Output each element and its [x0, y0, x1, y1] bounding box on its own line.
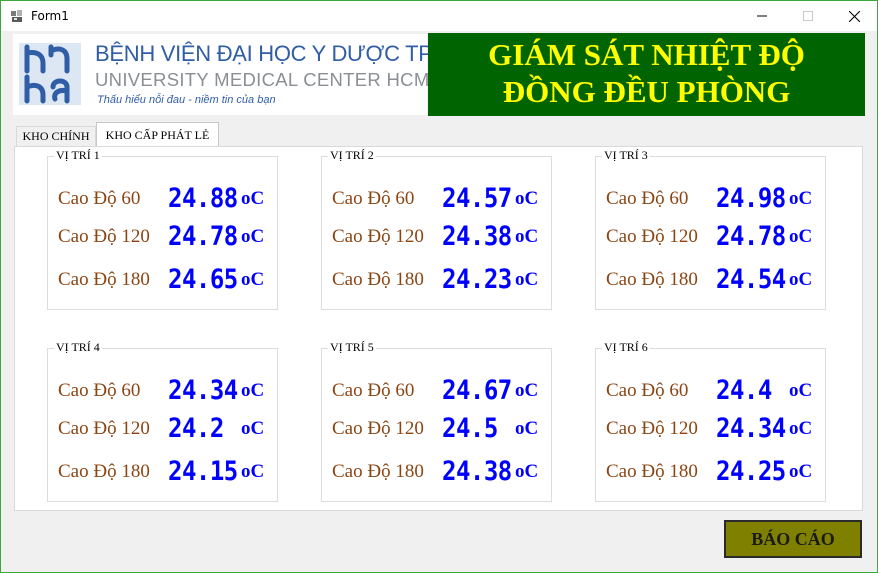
temperature-value: 24.78 [168, 220, 238, 252]
temperature-value: 24.5 [442, 412, 498, 444]
close-icon [848, 10, 860, 22]
temperature-value: 24.38 [442, 220, 512, 252]
position-title: VỊ TRÍ 3 [602, 148, 650, 163]
hospital-name-vi: BỆNH VIỆN ĐẠI HỌC Y DƯỢC TPHCM [95, 41, 482, 66]
tab-kho-cap-phat-le[interactable]: KHO CẤP PHÁT LẺ [96, 122, 219, 147]
position-group-5: VỊ TRÍ 5 Cao Độ 60 24.67 oC Cao Độ 120 24.5 oC… [321, 340, 552, 502]
hospital-logo: BỆNH VIỆN ĐẠI HỌC Y DƯỢC TPHCM UNIVERSIT… [13, 34, 482, 115]
temperature-value: 24.25 [716, 455, 786, 487]
temperature-value: 24.38 [442, 455, 512, 487]
temperature-unit: oC [515, 269, 539, 290]
position-title: VỊ TRÍ 6 [602, 340, 650, 355]
height-label: Cao Độ 180 [58, 461, 150, 482]
height-label: Cao Độ 60 [332, 188, 415, 209]
height-label: Cao Độ 180 [606, 461, 698, 482]
app-window: Form1 BỆNH VIỆN ĐẠI HỌC Y DƯỢC TPHCM UNI… [0, 0, 878, 573]
height-label: Cao Độ 180 [58, 269, 150, 290]
window-title: Form1 [31, 9, 69, 23]
position-group-6: VỊ TRÍ 6 Cao Độ 60 24.4 oC Cao Độ 120 24.34 oC… [595, 340, 826, 502]
height-label: Cao Độ 120 [606, 226, 698, 247]
temperature-value: 24.65 [168, 263, 238, 295]
temperature-value: 24.98 [716, 182, 786, 214]
hospital-logo-icon [17, 41, 83, 107]
temperature-unit: oC [515, 188, 539, 209]
temperature-unit: oC [241, 418, 265, 439]
temperature-value: 24.34 [716, 412, 786, 444]
position-title: VỊ TRÍ 5 [328, 340, 376, 355]
minimize-button[interactable] [739, 1, 785, 31]
height-label: Cao Độ 120 [606, 418, 698, 439]
position-group-2: VỊ TRÍ 2 Cao Độ 60 24.57 oC Cao Độ 120 24.38 o… [321, 148, 552, 310]
height-label: Cao Độ 60 [332, 380, 415, 401]
tab-panel: VỊ TRÍ 1 Cao Độ 60 24.88 oC Cao Độ 120 24.78 o… [14, 146, 863, 511]
banner-title-line2: ĐỒNG ĐỀU PHÒNG [502, 74, 791, 109]
temperature-unit: oC [515, 380, 539, 401]
hospital-name-en: UNIVERSITY MEDICAL CENTER HCMC [95, 69, 444, 90]
height-label: Cao Độ 120 [332, 418, 424, 439]
position-group-3: VỊ TRÍ 3 Cao Độ 60 24.98 oC Cao Độ 120 24.78 o… [595, 148, 826, 310]
title-banner: GIÁM SÁT NHIỆT ĐỘ ĐỒNG ĐỀU PHÒNG [428, 33, 865, 116]
temperature-unit: oC [789, 269, 813, 290]
hospital-slogan: Thấu hiểu nỗi đau - niềm tin của bạn [97, 94, 276, 106]
maximize-button[interactable] [785, 1, 831, 31]
position-title: VỊ TRÍ 1 [54, 148, 102, 163]
temperature-value: 24.2 [168, 412, 224, 444]
temperature-unit: oC [515, 461, 539, 482]
temperature-value: 24.23 [442, 263, 512, 295]
report-button[interactable]: BÁO CÁO [724, 520, 862, 558]
height-label: Cao Độ 180 [332, 269, 424, 290]
temperature-unit: oC [789, 461, 813, 482]
temperature-unit: oC [515, 226, 539, 247]
close-button[interactable] [831, 1, 877, 31]
height-label: Cao Độ 120 [332, 226, 424, 247]
banner-title-line1: GIÁM SÁT NHIỆT ĐỘ [488, 37, 805, 72]
maximize-icon [803, 11, 813, 21]
temperature-unit: oC [241, 188, 265, 209]
height-label: Cao Độ 180 [606, 269, 698, 290]
height-label: Cao Độ 60 [58, 188, 141, 209]
height-label: Cao Độ 60 [606, 380, 689, 401]
app-icon [11, 10, 22, 22]
temperature-value: 24.88 [168, 182, 238, 214]
temperature-value: 24.54 [716, 263, 786, 295]
temperature-value: 24.57 [442, 182, 512, 214]
temperature-unit: oC [789, 226, 813, 247]
temperature-value: 24.15 [168, 455, 238, 487]
temperature-unit: oC [789, 380, 813, 401]
temperature-value: 24.78 [716, 220, 786, 252]
temperature-value: 24.67 [442, 374, 512, 406]
position-title: VỊ TRÍ 2 [328, 148, 376, 163]
position-group-1: VỊ TRÍ 1 Cao Độ 60 24.88 oC Cao Độ 120 24.78 o… [47, 148, 278, 310]
temperature-unit: oC [789, 418, 813, 439]
position-title: VỊ TRÍ 4 [54, 340, 102, 355]
tab-kho-chinh[interactable]: KHO CHÍNH [16, 126, 96, 146]
temperature-value: 24.4 [716, 374, 772, 406]
height-label: Cao Độ 120 [58, 418, 150, 439]
position-group-4: VỊ TRÍ 4 Cao Độ 60 24.34 oC Cao Độ 120 24.2 oC… [47, 340, 278, 502]
temperature-unit: oC [241, 226, 265, 247]
height-label: Cao Độ 60 [606, 188, 689, 209]
temperature-value: 24.34 [168, 374, 238, 406]
title-bar[interactable]: Form1 [1, 1, 877, 31]
minimize-icon [757, 15, 767, 17]
temperature-unit: oC [515, 418, 539, 439]
temperature-unit: oC [241, 269, 265, 290]
temperature-unit: oC [241, 380, 265, 401]
height-label: Cao Độ 120 [58, 226, 150, 247]
temperature-unit: oC [789, 188, 813, 209]
height-label: Cao Độ 60 [58, 380, 141, 401]
temperature-unit: oC [241, 461, 265, 482]
height-label: Cao Độ 180 [332, 461, 424, 482]
